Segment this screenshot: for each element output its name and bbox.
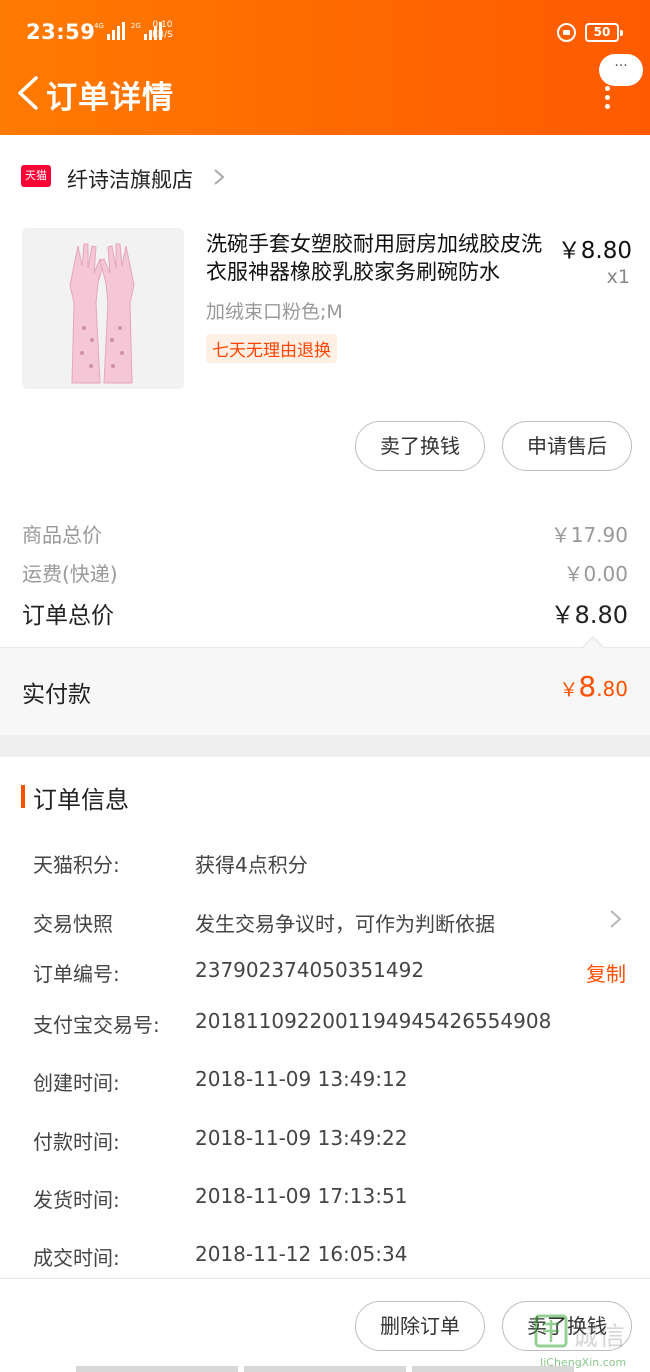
info-value-order-number: 237902374050351492 <box>195 958 425 982</box>
info-label-shipped: 发货时间: <box>33 1188 120 1212</box>
return-policy-badge: 七天无理由退换 <box>206 334 337 363</box>
shipping-label: 运费(快递) <box>22 562 118 586</box>
info-label-order-number: 订单编号: <box>33 962 120 986</box>
info-value-created: 2018-11-09 13:49:12 <box>195 1067 408 1091</box>
battery-icon: 50 <box>585 23 623 42</box>
product-price: ￥8.80 <box>557 238 632 264</box>
info-value-snapshot[interactable]: 发生交易争议时，可作为判断依据 <box>195 908 495 937</box>
info-label-alipay-number: 支付宝交易号: <box>33 1013 160 1037</box>
order-total-value: ￥8.80 <box>550 601 628 629</box>
product-sku: 加绒束口粉色;M <box>206 301 343 323</box>
status-time: 23:59 <box>26 20 96 44</box>
product-image[interactable] <box>22 228 184 389</box>
paid-value: ￥8.80 <box>559 670 628 703</box>
paid-amount-row: 实付款 ￥8.80 <box>0 647 650 735</box>
watermark-text: 诚信 <box>572 1322 627 1352</box>
gloves-image <box>22 228 184 389</box>
after-sale-button[interactable]: 申请售后 <box>502 421 632 471</box>
order-total-label: 订单总价 <box>22 603 114 629</box>
signal-4g-icon: 4G <box>94 22 125 40</box>
info-value-paid: 2018-11-09 13:49:22 <box>195 1126 408 1150</box>
product-title[interactable]: 洗碗手套女塑胶耐用厨房加绒胶皮洗衣服神器橡胶乳胶家务刷碗防水 <box>206 230 556 286</box>
network-speed: 0.10 KB/S <box>152 20 173 40</box>
info-value-alipay-number: 2018110922001194945426554908 <box>195 1009 552 1033</box>
tmall-logo: 天猫 <box>21 165 51 187</box>
goods-total-value: ￥17.90 <box>550 523 628 547</box>
status-bar: 23:59 4G 2G 0.10 KB/S 50 <box>0 0 650 66</box>
info-label-completed: 成交时间: <box>33 1246 120 1270</box>
product-quantity: x1 <box>606 266 630 288</box>
kebab-menu-icon[interactable] <box>603 86 611 109</box>
page-title: 订单详情 <box>46 80 174 116</box>
store-name[interactable]: 纤诗洁旗舰店 <box>67 164 193 194</box>
sell-for-cash-button[interactable]: 卖了换钱 <box>355 421 485 471</box>
chevron-right-icon[interactable] <box>609 909 622 929</box>
shipping-value: ￥0.00 <box>563 562 628 586</box>
header: 23:59 4G 2G 0.10 KB/S 50 订单详情 ··· <box>0 0 650 135</box>
order-detail-page: 23:59 4G 2G 0.10 KB/S 50 订单详情 ··· 天猫 纤诗洁… <box>0 0 650 1372</box>
copy-button[interactable]: 复制 <box>586 958 626 987</box>
info-value-points: 获得4点积分 <box>195 853 308 877</box>
section-divider <box>0 735 650 757</box>
more-menu-button[interactable]: ··· <box>599 54 643 86</box>
info-label-paid: 付款时间: <box>33 1130 120 1154</box>
info-label-snapshot[interactable]: 交易快照 <box>33 908 113 937</box>
paid-label: 实付款 <box>22 682 91 708</box>
goods-total-label: 商品总价 <box>22 523 102 547</box>
system-nav-strip <box>76 1366 574 1372</box>
info-label-created: 创建时间: <box>33 1071 120 1095</box>
back-arrow-icon[interactable] <box>14 76 42 110</box>
chevron-right-icon <box>214 169 225 185</box>
store-row[interactable]: 天猫 纤诗洁旗舰店 <box>0 135 650 221</box>
paid-row-notch <box>582 636 604 648</box>
info-value-shipped: 2018-11-09 17:13:51 <box>195 1184 408 1208</box>
delete-order-button[interactable]: 删除订单 <box>355 1301 485 1351</box>
order-info-title: 订单信息 <box>33 786 129 814</box>
info-label-points: 天猫积分: <box>33 853 120 877</box>
info-value-completed: 2018-11-12 16:05:34 <box>195 1242 408 1266</box>
section-accent-bar <box>21 785 25 808</box>
lock-icon <box>557 23 576 42</box>
